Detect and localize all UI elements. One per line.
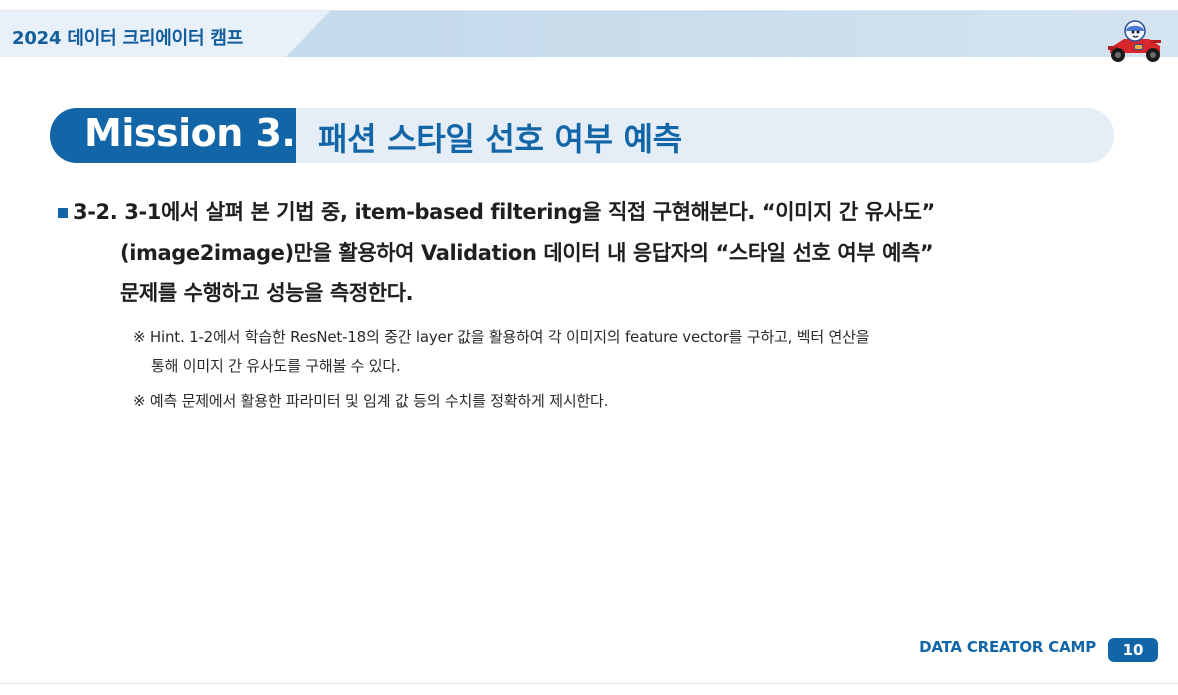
main-text-line-2: (image2image)만을 활용하여 Validation 데이터 내 응답…	[120, 241, 934, 265]
mission-title: 패션 스타일 선호 여부 예측	[318, 120, 682, 158]
hint-line-2: ※ 예측 문제에서 활용한 파라미터 및 임계 값 등의 수치를 정확하게 제시…	[133, 392, 609, 410]
top-rule	[0, 0, 1178, 11]
mission-label: Mission 3.	[84, 111, 296, 155]
page-number: 10	[1108, 638, 1158, 662]
race-car-mascot-icon	[1104, 16, 1166, 66]
hint-line-1: ※ Hint. 1-2에서 학습한 ResNet-18의 중간 layer 값을…	[133, 328, 870, 346]
footer-brand: DATA CREATOR CAMP	[919, 638, 1096, 656]
hint-line-1-continuation: 통해 이미지 간 유사도를 구해볼 수 있다.	[151, 357, 401, 375]
header-title: 2024 데이터 크리에이터 캠프	[12, 28, 244, 49]
square-bullet-icon	[58, 208, 68, 218]
main-text-line-3: 문제를 수행하고 성능을 측정한다.	[120, 281, 414, 305]
main-text-line-1: 3-2. 3-1에서 살펴 본 기법 중, item-based filteri…	[73, 200, 935, 224]
bottom-rule	[0, 683, 1178, 684]
